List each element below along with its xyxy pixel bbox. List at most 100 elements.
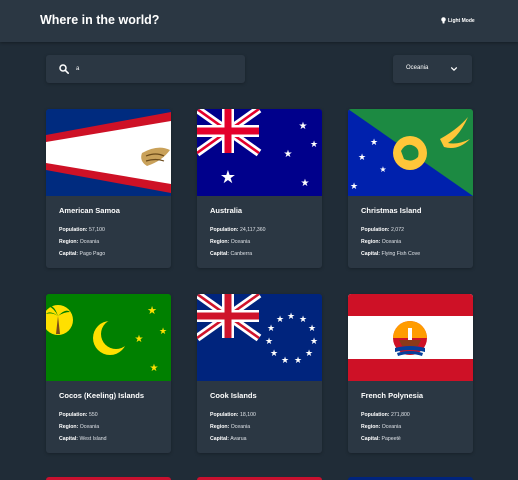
capital-row: Capital: Avarua: [210, 436, 247, 442]
country-name: Cocos (Keeling) Islands: [59, 391, 145, 400]
population-value: 24,117,360: [239, 227, 266, 233]
australia-flag: ★ ★ ★ ★ ★: [197, 109, 322, 196]
svg-text:★: ★: [305, 348, 313, 358]
mode-toggle-label: Light Mode: [448, 17, 475, 24]
population-value: 2,072: [390, 227, 404, 233]
svg-text:★: ★: [370, 137, 378, 147]
svg-text:★: ★: [265, 336, 273, 346]
header: Where in the world? Light Mode: [0, 0, 518, 42]
cook-islands-flag: ★ ★ ★ ★ ★ ★ ★ ★ ★ ★ ★: [197, 294, 322, 381]
capital-row: Capital: Papeetē: [361, 436, 401, 442]
region-row: Region: Oceania: [59, 239, 99, 245]
svg-text:★: ★: [284, 149, 293, 160]
svg-text:★: ★: [270, 348, 278, 358]
svg-text:★: ★: [150, 363, 159, 374]
country-name: French Polynesia: [361, 391, 424, 400]
population-label: Population:: [361, 412, 390, 418]
population-label: Population:: [59, 412, 88, 418]
region-label: Region:: [210, 424, 230, 430]
svg-text:★: ★: [301, 178, 310, 189]
population-value: 550: [88, 412, 98, 418]
svg-text:★: ★: [276, 314, 284, 324]
capital-row: Capital: Flying Fish Cove: [361, 251, 420, 257]
svg-text:★: ★: [299, 121, 308, 132]
french-polynesia-flag: [348, 294, 473, 381]
region-label: Region:: [210, 239, 230, 245]
population-row: Population: 550: [59, 412, 98, 418]
region-label: Region:: [59, 239, 79, 245]
region-filter-dropdown[interactable]: Oceania: [393, 55, 472, 83]
population-row: Population: 2,072: [361, 227, 404, 233]
capital-label: Capital:: [361, 251, 381, 257]
svg-text:★: ★: [135, 334, 144, 345]
svg-text:★: ★: [310, 336, 318, 346]
population-row: Population: 18,100: [210, 412, 256, 418]
region-label: Region:: [361, 424, 381, 430]
region-label: Region:: [361, 239, 381, 245]
population-row: Population: 271,800: [361, 412, 410, 418]
search-icon: [59, 64, 69, 74]
region-value: Oceania: [79, 239, 100, 245]
svg-text:★: ★: [220, 167, 236, 187]
capital-label: Capital:: [210, 436, 230, 442]
capital-row: Capital: Pago Pago: [59, 251, 105, 257]
region-row: Region: Oceania: [210, 239, 250, 245]
svg-text:★: ★: [308, 323, 316, 333]
region-filter-value: Oceania: [406, 65, 429, 71]
region-value: Oceania: [79, 424, 100, 430]
region-row: Region: Oceania: [361, 239, 401, 245]
svg-text:★: ★: [159, 326, 167, 336]
cocos-keeling-islands-flag: ★ ★ ★ ★: [46, 294, 171, 381]
capital-label: Capital:: [361, 436, 381, 442]
country-card-cook-islands[interactable]: ★ ★ ★ ★ ★ ★ ★ ★ ★ ★ ★ Cook Islands Popul…: [197, 294, 322, 453]
capital-value: West Island: [79, 436, 107, 442]
chevron-down-icon: [450, 67, 458, 71]
svg-text:★: ★: [281, 355, 289, 365]
country-card-australia[interactable]: ★ ★ ★ ★ ★ Australia Population: 24,117,3…: [197, 109, 322, 268]
region-row: Region: Oceania: [361, 424, 401, 430]
country-card-christmas-island[interactable]: ★ ★ ★ ★ Christmas Island Population: 2,0…: [348, 109, 473, 268]
capital-row: Capital: Canberra: [210, 251, 252, 257]
capital-value: Flying Fish Cove: [381, 251, 421, 257]
region-row: Region: Oceania: [210, 424, 250, 430]
country-name: Cook Islands: [210, 391, 257, 400]
dark-mode-toggle[interactable]: Light Mode: [441, 17, 475, 24]
christmas-island-flag: ★ ★ ★ ★: [348, 109, 473, 196]
population-label: Population:: [210, 227, 239, 233]
population-row: Population: 57,100: [59, 227, 105, 233]
capital-row: Capital: West Island: [59, 436, 107, 442]
region-row: Region: Oceania: [59, 424, 99, 430]
svg-text:★: ★: [310, 139, 318, 149]
search-box[interactable]: [46, 55, 245, 83]
population-label: Population:: [361, 227, 390, 233]
svg-text:★: ★: [350, 181, 358, 191]
svg-text:★: ★: [287, 311, 295, 321]
country-name: American Samoa: [59, 206, 120, 215]
population-label: Population:: [59, 227, 88, 233]
svg-text:★: ★: [147, 305, 157, 317]
capital-value: Papeetē: [381, 436, 401, 442]
region-value: Oceania: [230, 424, 251, 430]
lightbulb-icon: [441, 17, 446, 24]
region-value: Oceania: [381, 239, 402, 245]
capital-value: Pago Pago: [79, 251, 106, 257]
population-value: 271,800: [390, 412, 410, 418]
country-card-cocos-keeling-islands[interactable]: ★ ★ ★ ★ Cocos (Keeling) Islands Populati…: [46, 294, 171, 453]
country-name: Australia: [210, 206, 243, 215]
country-name: Christmas Island: [361, 206, 422, 215]
svg-text:★: ★: [294, 355, 302, 365]
capital-label: Capital:: [59, 251, 79, 257]
svg-text:★: ★: [358, 152, 366, 162]
capital-value: Avarua: [230, 436, 247, 442]
country-card-french-polynesia[interactable]: French Polynesia Population: 271,800 Reg…: [348, 294, 473, 453]
svg-text:★: ★: [299, 314, 307, 324]
country-card-american-samoa[interactable]: American Samoa Population: 57,100 Region…: [46, 109, 171, 268]
app-title: Where in the world?: [40, 13, 160, 27]
svg-text:★: ★: [267, 323, 275, 333]
search-input[interactable]: [76, 61, 236, 77]
population-row: Population: 24,117,360: [210, 227, 266, 233]
population-value: 57,100: [88, 227, 105, 233]
population-value: 18,100: [239, 412, 256, 418]
region-label: Region:: [59, 424, 79, 430]
capital-value: Canberra: [230, 251, 253, 257]
